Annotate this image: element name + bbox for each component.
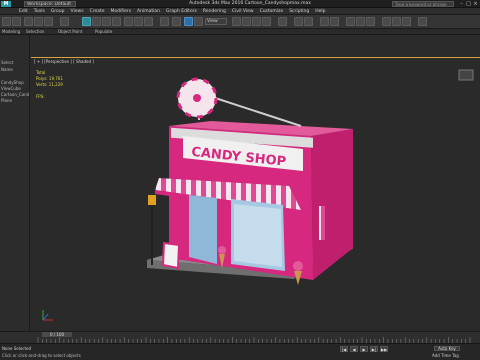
material-editor-icon[interactable] bbox=[366, 17, 375, 26]
scene-explorer-select[interactable]: Select bbox=[1, 60, 29, 65]
place-icon[interactable] bbox=[160, 17, 169, 26]
scene-item-candyshop[interactable]: CandyShop bbox=[1, 80, 29, 85]
reference-coordinate-dropdown[interactable]: View bbox=[205, 18, 227, 25]
menu-help[interactable]: Help bbox=[312, 8, 328, 15]
render-production-icon[interactable] bbox=[402, 17, 411, 26]
go-to-start-icon[interactable]: |◀ bbox=[340, 346, 348, 352]
menu-group[interactable]: Group bbox=[48, 8, 68, 15]
window-title: Autodesk 3ds Max 2016 Cartoon_Candyshopm… bbox=[189, 1, 311, 6]
axis-gizmo-icon bbox=[42, 310, 53, 321]
named-selection-icon[interactable] bbox=[278, 17, 287, 26]
menu-modifiers[interactable]: Modifiers bbox=[108, 8, 135, 15]
rectangular-selection-icon[interactable] bbox=[102, 17, 111, 26]
tab-object-paint[interactable]: Object Paint bbox=[58, 29, 82, 35]
menu-views[interactable]: Views bbox=[68, 8, 87, 15]
rendered-frame-window-icon[interactable] bbox=[392, 17, 401, 26]
menu-rendering[interactable]: Rendering bbox=[200, 8, 229, 15]
play-icon[interactable]: ▶ bbox=[360, 346, 368, 352]
menu-civil-view[interactable]: Civil View bbox=[229, 8, 257, 15]
menu-customize[interactable]: Customize bbox=[257, 8, 287, 15]
layer-explorer-icon[interactable] bbox=[320, 17, 329, 26]
a360-render-icon[interactable] bbox=[418, 17, 427, 26]
selection-status: None Selected bbox=[2, 346, 32, 351]
select-manipulate-icon[interactable] bbox=[194, 17, 203, 26]
add-time-tag[interactable]: Add Time Tag bbox=[432, 353, 459, 358]
scene-item-viewcube[interactable]: ViewCube bbox=[1, 86, 29, 91]
menu-animation[interactable]: Animation bbox=[134, 8, 163, 15]
angle-snap-icon[interactable] bbox=[242, 17, 251, 26]
go-to-end-icon[interactable]: ▶▶ bbox=[380, 346, 388, 352]
pivot-center-icon[interactable] bbox=[184, 17, 193, 26]
building-side-wall bbox=[311, 129, 353, 280]
minimize-icon[interactable]: – bbox=[458, 1, 465, 7]
snap-toggle-icon[interactable] bbox=[232, 17, 241, 26]
link-icon[interactable] bbox=[24, 17, 33, 26]
bind-space-warp-icon[interactable] bbox=[44, 17, 53, 26]
close-icon[interactable]: × bbox=[472, 1, 479, 7]
barber-pole bbox=[319, 206, 325, 240]
menu-tools[interactable]: Tools bbox=[31, 8, 48, 15]
select-by-name-icon[interactable] bbox=[92, 17, 101, 26]
move-icon[interactable] bbox=[124, 17, 133, 26]
app-logo-icon[interactable]: M bbox=[1, 1, 11, 7]
scale-icon[interactable] bbox=[144, 17, 153, 26]
maximize-icon[interactable]: □ bbox=[465, 1, 472, 7]
shop-window-left bbox=[189, 195, 217, 264]
menu-scripting[interactable]: Scripting bbox=[286, 8, 312, 15]
align-icon[interactable] bbox=[304, 17, 313, 26]
schematic-view-icon[interactable] bbox=[356, 17, 365, 26]
scene-item-plane[interactable]: Plane bbox=[1, 98, 29, 103]
viewcube-icon bbox=[458, 69, 474, 81]
next-frame-icon[interactable]: ▶| bbox=[370, 346, 378, 352]
select-object-icon[interactable] bbox=[82, 17, 91, 26]
search-input[interactable]: Type a keyword or phrase bbox=[392, 1, 454, 7]
lamp-post bbox=[148, 195, 156, 205]
toggle-ribbon-icon[interactable] bbox=[330, 17, 339, 26]
scene-explorer-name-header[interactable]: Name bbox=[1, 67, 29, 72]
window-crossing-icon[interactable] bbox=[112, 17, 121, 26]
curve-editor-icon[interactable] bbox=[346, 17, 355, 26]
scene-item-cartoon-candyshop[interactable]: Cartoon_Candyshop_2 bbox=[1, 92, 29, 97]
spinner-snap-icon[interactable] bbox=[262, 17, 271, 26]
prompt-line: Click or click-and-drag to select object… bbox=[2, 353, 81, 358]
selection-filter-icon[interactable] bbox=[60, 17, 69, 26]
rotate-icon[interactable] bbox=[134, 17, 143, 26]
menu-graph-editors[interactable]: Graph Editors bbox=[163, 8, 200, 15]
render-setup-icon[interactable] bbox=[382, 17, 391, 26]
unlink-icon[interactable] bbox=[34, 17, 43, 26]
auto-key-button[interactable]: Auto Key bbox=[434, 346, 460, 351]
scene-render: CANDY SHOP bbox=[42, 69, 474, 321]
menu-create[interactable]: Create bbox=[87, 8, 108, 15]
menu-edit[interactable]: Edit bbox=[16, 8, 31, 15]
undo-icon[interactable] bbox=[2, 17, 11, 26]
percent-snap-icon[interactable] bbox=[252, 17, 261, 26]
mirror-icon[interactable] bbox=[294, 17, 303, 26]
redo-icon[interactable] bbox=[12, 17, 21, 26]
workspace-dropdown[interactable]: Workspace: Default bbox=[24, 1, 76, 7]
tab-populate[interactable]: Populate bbox=[95, 29, 112, 35]
menu-bar: Edit Tools Group Views Create Modifiers … bbox=[0, 8, 480, 15]
menu-board bbox=[161, 241, 181, 270]
reference-coordinate-icon[interactable] bbox=[172, 17, 181, 26]
previous-frame-icon[interactable]: ◀ bbox=[350, 346, 358, 352]
